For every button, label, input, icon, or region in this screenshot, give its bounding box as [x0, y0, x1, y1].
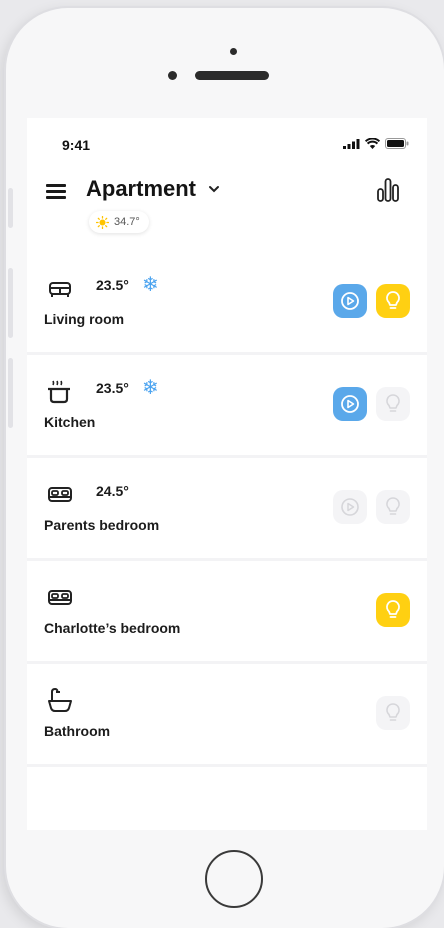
pot-icon: [48, 380, 70, 404]
room-card-bathroom[interactable]: Bathroom: [27, 664, 427, 767]
light-bulb-icon: [386, 497, 400, 515]
snowflake-icon: ❄: [142, 377, 159, 399]
room-temperature: 23.5°: [96, 277, 129, 293]
light-toggle-button[interactable]: [376, 490, 410, 524]
battery-icon: [385, 138, 409, 149]
chevron-down-icon[interactable]: [208, 185, 220, 193]
earpiece-speaker: [195, 71, 269, 80]
room-list: 23.5° ❄ Living room 23.5° ❄ Kitchen 24.5…: [27, 252, 427, 767]
sofa-icon: [49, 282, 71, 297]
front-sensor: [168, 71, 177, 80]
media-play-button[interactable]: [333, 387, 367, 421]
play-icon: [341, 292, 359, 310]
header: Apartment: [27, 174, 427, 224]
play-icon: [341, 498, 359, 516]
room-name: Bathroom: [44, 723, 111, 739]
play-icon: [341, 395, 359, 413]
signal-icon: [343, 139, 360, 149]
menu-icon[interactable]: [46, 184, 66, 199]
room-card-kitchen[interactable]: 23.5° ❄ Kitchen: [27, 355, 427, 458]
light-bulb-icon: [386, 600, 400, 618]
weather-badge: 34.7°: [89, 211, 149, 233]
snowflake-icon: ❄: [142, 274, 159, 296]
media-play-button[interactable]: [333, 284, 367, 318]
room-name: Parents bedroom: [44, 517, 160, 533]
light-bulb-icon: [386, 291, 400, 309]
light-toggle-button[interactable]: [376, 387, 410, 421]
bed-icon: [48, 487, 72, 502]
room-card-charlottes-bedroom[interactable]: Charlotte’s bedroom: [27, 561, 427, 664]
wifi-icon: [365, 138, 380, 149]
stats-icon[interactable]: [377, 177, 399, 203]
status-icons: [343, 138, 409, 149]
outdoor-temperature: 34.7°: [114, 216, 140, 228]
home-button[interactable]: [205, 850, 263, 908]
app-screen: 9:41 Apartment 34.7° 23.5° ❄ Living room…: [27, 118, 427, 830]
bed-icon: [48, 590, 72, 605]
volume-down-button: [8, 358, 13, 428]
light-toggle-button[interactable]: [376, 284, 410, 318]
page-title[interactable]: Apartment: [86, 176, 196, 202]
room-name: Living room: [44, 311, 125, 327]
light-bulb-icon: [386, 394, 400, 412]
sun-icon: [96, 215, 109, 229]
room-temperature: 24.5°: [96, 483, 129, 499]
room-card-living-room[interactable]: 23.5° ❄ Living room: [27, 252, 427, 355]
light-toggle-button[interactable]: [376, 593, 410, 627]
status-time: 9:41: [62, 137, 91, 153]
camera-dot: [230, 48, 237, 55]
bathtub-icon: [48, 687, 72, 712]
room-temperature: 23.5°: [96, 380, 129, 396]
room-name: Kitchen: [44, 414, 96, 430]
room-name: Charlotte’s bedroom: [44, 620, 181, 636]
mute-switch: [8, 188, 13, 228]
room-card-parents-bedroom[interactable]: 24.5° Parents bedroom: [27, 458, 427, 561]
volume-up-button: [8, 268, 13, 338]
light-bulb-icon: [386, 703, 400, 721]
light-toggle-button[interactable]: [376, 696, 410, 730]
media-play-button[interactable]: [333, 490, 367, 524]
